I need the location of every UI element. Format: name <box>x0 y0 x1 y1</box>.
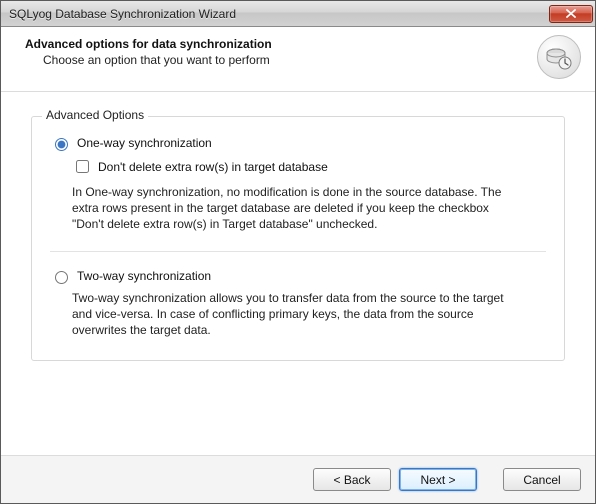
wizard-header: Advanced options for data synchronizatio… <box>1 27 595 92</box>
sync-icon <box>537 35 581 79</box>
window-title: SQLyog Database Synchronization Wizard <box>9 7 549 21</box>
dont-delete-row: Don't delete extra row(s) in target data… <box>72 157 546 176</box>
wizard-body: Advanced Options One-way synchronization… <box>1 92 595 455</box>
one-way-row: One-way synchronization <box>50 135 546 151</box>
titlebar: SQLyog Database Synchronization Wizard <box>1 1 595 27</box>
one-way-label: One-way synchronization <box>77 136 212 150</box>
dont-delete-checkbox[interactable] <box>76 160 89 173</box>
two-way-description: Two-way synchronization allows you to tr… <box>72 290 512 339</box>
header-title: Advanced options for data synchronizatio… <box>25 37 537 51</box>
wizard-footer: < Back Next > Cancel <box>1 455 595 503</box>
advanced-options-group: Advanced Options One-way synchronization… <box>31 116 565 361</box>
separator <box>50 251 546 252</box>
dont-delete-label: Don't delete extra row(s) in target data… <box>98 160 328 174</box>
two-way-row: Two-way synchronization <box>50 268 546 284</box>
close-button[interactable] <box>549 5 593 23</box>
one-way-description: In One-way synchronization, no modificat… <box>72 184 512 233</box>
close-icon <box>566 9 576 18</box>
header-text: Advanced options for data synchronizatio… <box>25 37 537 67</box>
back-button[interactable]: < Back <box>313 468 391 491</box>
group-label: Advanced Options <box>42 108 148 122</box>
header-subtitle: Choose an option that you want to perfor… <box>25 53 537 67</box>
wizard-window: SQLyog Database Synchronization Wizard A… <box>0 0 596 504</box>
cancel-button[interactable]: Cancel <box>503 468 581 491</box>
two-way-radio[interactable] <box>55 271 68 284</box>
next-button[interactable]: Next > <box>399 468 477 491</box>
one-way-radio[interactable] <box>55 138 68 151</box>
two-way-label: Two-way synchronization <box>77 269 211 283</box>
